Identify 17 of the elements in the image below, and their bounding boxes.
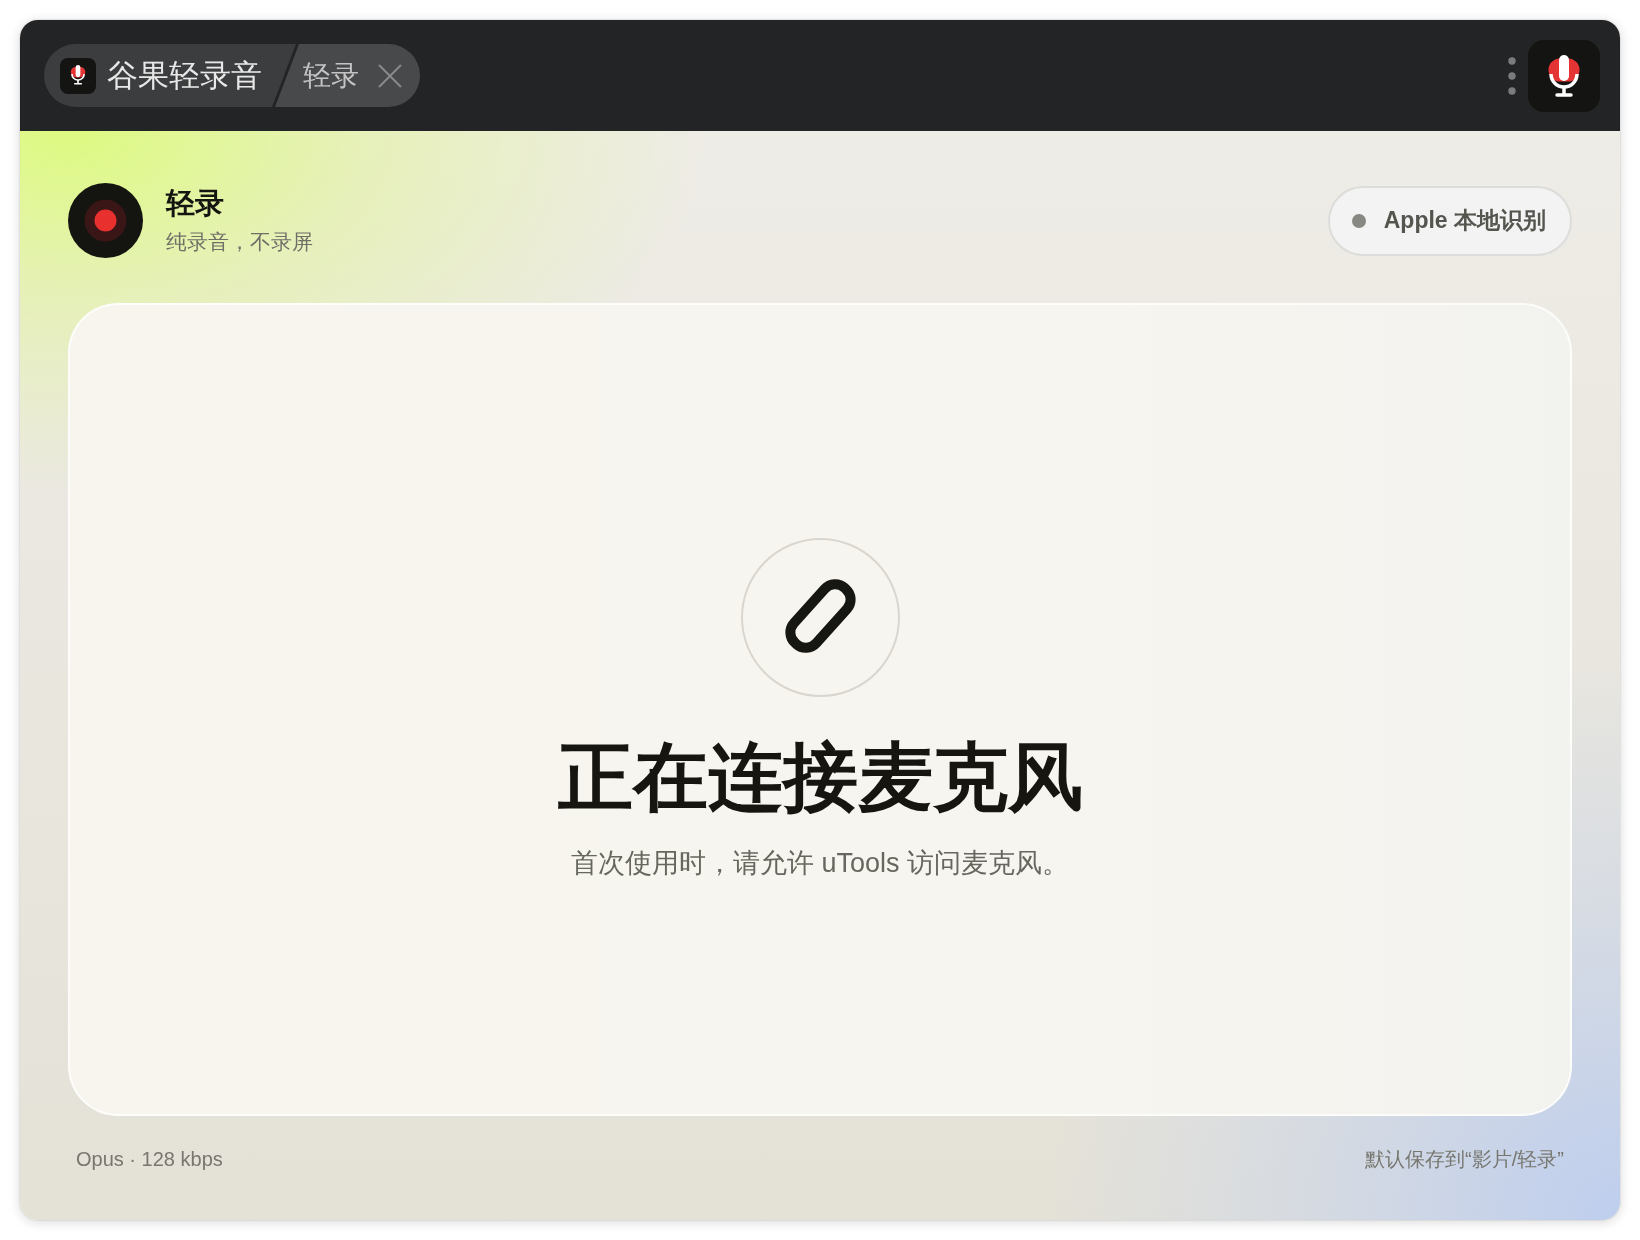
feature-tab[interactable]: 轻录 bbox=[275, 44, 420, 107]
record-icon bbox=[68, 183, 143, 258]
close-icon[interactable] bbox=[378, 63, 402, 88]
microphone-app-icon bbox=[60, 57, 96, 94]
status-message: 首次使用时，请允许 uTools 访问麦克风。 bbox=[570, 847, 1070, 880]
microphone-icon bbox=[1548, 54, 1580, 97]
header-subtitle: 纯录音，不录屏 bbox=[166, 229, 313, 255]
format-label: Opus · 128 kbps bbox=[76, 1147, 223, 1172]
microphone-button[interactable] bbox=[1528, 39, 1600, 112]
engine-button[interactable]: Apple 本地识别 bbox=[1327, 185, 1572, 256]
status-dot-icon bbox=[1351, 213, 1366, 228]
save-location-label: 默认保存到“影片/轻录” bbox=[1365, 1147, 1564, 1172]
app-tab[interactable]: 谷果轻录音 bbox=[44, 44, 296, 107]
capsule-icon bbox=[740, 538, 900, 697]
status-heading: 正在连接麦克风 bbox=[557, 734, 1083, 821]
header-title: 轻录 bbox=[166, 186, 224, 221]
more-icon[interactable] bbox=[1508, 56, 1516, 95]
